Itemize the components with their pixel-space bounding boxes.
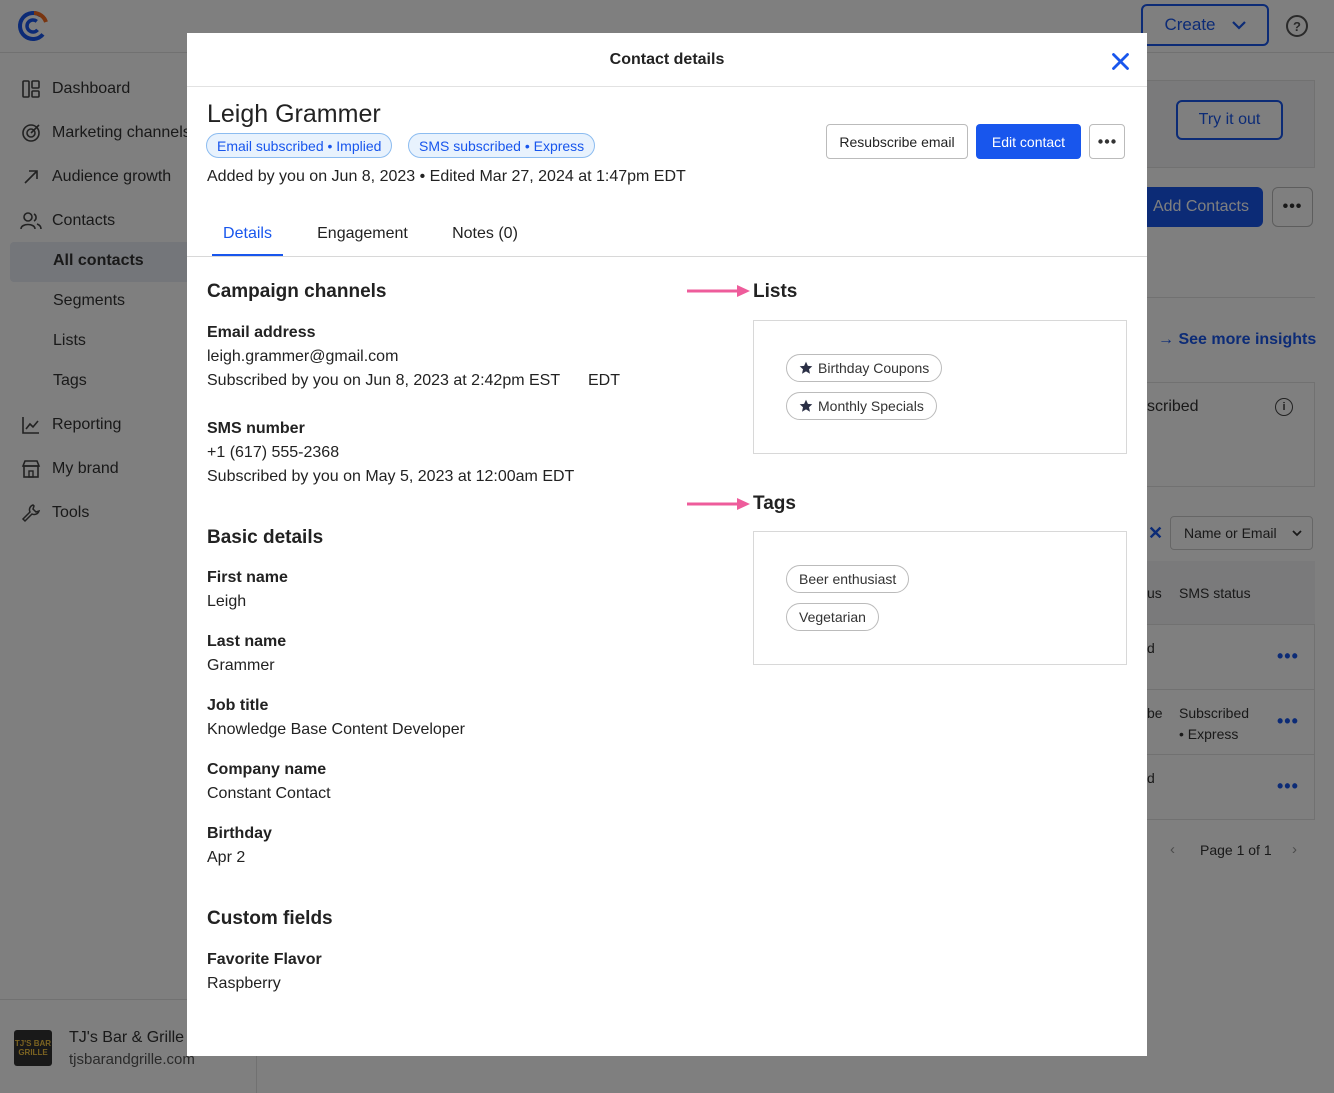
contact-history: Added by you on Jun 8, 2023 • Edited Mar… <box>207 168 686 185</box>
close-icon <box>1111 52 1129 70</box>
basic-details-heading: Basic details <box>207 527 324 548</box>
job-title-label: Job title <box>207 697 269 714</box>
resubscribe-email-button[interactable]: Resubscribe email <box>826 124 968 159</box>
email-address-value: leigh.grammer@gmail.com <box>207 348 399 365</box>
company-name-label: Company name <box>207 761 327 778</box>
ellipsis-icon <box>1098 139 1116 144</box>
first-name-label: First name <box>207 569 288 586</box>
custom-fields-heading: Custom fields <box>207 908 333 929</box>
star-icon <box>799 399 813 412</box>
lists-box: Birthday Coupons Monthly Specials <box>753 320 1127 454</box>
list-chip-monthly-specials[interactable]: Monthly Specials <box>786 392 937 420</box>
campaign-channels-heading: Campaign channels <box>207 281 387 302</box>
favorite-flavor-label: Favorite Flavor <box>207 951 322 968</box>
list-chip-label: Birthday Coupons <box>818 360 930 376</box>
modal-header: Contact details <box>187 33 1147 87</box>
last-name-value: Grammer <box>207 657 275 674</box>
contact-name: Leigh Grammer <box>207 100 381 128</box>
tag-chip-label: Beer enthusiast <box>799 571 897 587</box>
email-address-label: Email address <box>207 324 316 341</box>
tab-details[interactable]: Details <box>212 216 283 256</box>
birthday-value: Apr 2 <box>207 849 246 866</box>
sms-number-value: +1 (617) 555-2368 <box>207 444 340 461</box>
star-icon <box>799 361 813 374</box>
close-button[interactable] <box>1109 50 1131 72</box>
company-name-value: Constant Contact <box>207 785 331 802</box>
contact-details-modal: Contact details Leigh Grammer Email subs… <box>187 33 1147 1056</box>
annotation-arrow-icon <box>687 498 750 510</box>
email-subscribed-timezone: EDT <box>588 372 620 389</box>
edit-contact-button[interactable]: Edit contact <box>976 124 1081 159</box>
email-subscribed-info: Subscribed by you on Jun 8, 2023 at 2:42… <box>207 372 561 389</box>
tag-chip-label: Vegetarian <box>799 609 866 625</box>
annotation-arrow-icon <box>687 285 750 297</box>
last-name-label: Last name <box>207 633 287 650</box>
sms-number-label: SMS number <box>207 420 305 437</box>
first-name-value: Leigh <box>207 593 247 610</box>
sms-status-badge: SMS subscribed • Express <box>408 133 596 158</box>
favorite-flavor-value: Raspberry <box>207 975 281 992</box>
lists-heading: Lists <box>753 281 798 302</box>
tag-chip-beer-enthusiast[interactable]: Beer enthusiast <box>786 565 910 593</box>
tag-chip-vegetarian[interactable]: Vegetarian <box>786 603 879 631</box>
tags-heading: Tags <box>753 493 796 514</box>
job-title-value: Knowledge Base Content Developer <box>207 721 465 738</box>
tab-bar: Details Engagement Notes (0) <box>187 216 1147 257</box>
email-status-badge: Email subscribed • Implied <box>206 133 393 158</box>
modal-title: Contact details <box>609 51 725 68</box>
more-options-button[interactable] <box>1089 124 1125 159</box>
sms-subscribed-info: Subscribed by you on May 5, 2023 at 12:0… <box>207 468 575 485</box>
birthday-label: Birthday <box>207 825 272 842</box>
tab-engagement[interactable]: Engagement <box>311 216 414 256</box>
list-chip-birthday-coupons[interactable]: Birthday Coupons <box>786 354 943 382</box>
list-chip-label: Monthly Specials <box>818 398 924 414</box>
tags-box: Beer enthusiast Vegetarian <box>753 531 1127 665</box>
tab-notes[interactable]: Notes (0) <box>448 216 522 256</box>
